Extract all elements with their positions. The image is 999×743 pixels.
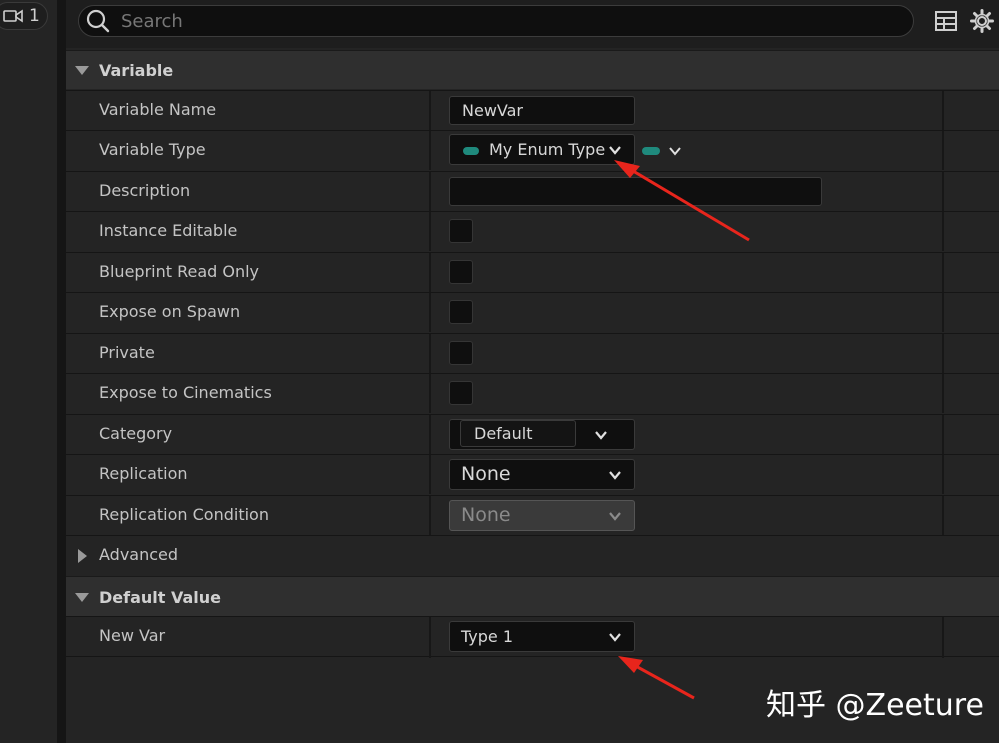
- type-pill-icon: [463, 146, 479, 155]
- replication-value: None: [461, 463, 511, 485]
- row-variable-type: Variable Type My Enum Type: [66, 130, 999, 170]
- category-input[interactable]: Default: [460, 420, 576, 447]
- section-title: Variable: [99, 60, 174, 80]
- category-combo[interactable]: Default: [449, 419, 635, 450]
- container-pill-icon: [642, 147, 660, 155]
- section-title: Advanced: [99, 545, 179, 564]
- new-var-dropdown[interactable]: Type 1: [449, 621, 635, 652]
- private-checkbox[interactable]: [449, 341, 473, 365]
- search-icon: [86, 9, 110, 33]
- chevron-down-icon: [609, 146, 621, 155]
- field-label: Replication: [99, 464, 188, 483]
- variable-type-value: My Enum Type: [489, 140, 606, 159]
- variable-type-dropdown[interactable]: My Enum Type: [449, 134, 635, 165]
- replication-dropdown[interactable]: None: [449, 459, 635, 490]
- chevron-down-icon: [609, 471, 621, 480]
- expose-to-cinematics-checkbox[interactable]: [449, 381, 473, 405]
- details-panel: Variable Variable Name NewVar Variable T…: [66, 0, 999, 743]
- section-title: Default Value: [99, 587, 222, 607]
- search-input[interactable]: [119, 9, 823, 33]
- collapse-triangle-icon: [75, 592, 89, 602]
- container-type-dropdown[interactable]: [642, 141, 688, 161]
- chevron-down-icon: [669, 147, 681, 156]
- section-header-variable[interactable]: Variable: [66, 50, 999, 89]
- row-private: Private: [66, 333, 999, 373]
- description-input[interactable]: [449, 177, 822, 206]
- section-advanced[interactable]: Advanced: [66, 535, 999, 576]
- field-label: Replication Condition: [99, 505, 269, 524]
- expand-triangle-icon: [78, 549, 87, 563]
- collapse-triangle-icon: [75, 65, 89, 75]
- row-replication: Replication None: [66, 454, 999, 494]
- field-label: Private: [99, 343, 155, 362]
- replication-condition-dropdown: None: [449, 500, 635, 531]
- field-label: New Var: [99, 626, 166, 645]
- chevron-down-icon: [595, 431, 607, 440]
- row-expose-on-spawn: Expose on Spawn: [66, 292, 999, 332]
- row-new-var: New Var Type 1: [66, 616, 999, 658]
- field-label: Description: [99, 181, 191, 200]
- row-blueprint-read-only: Blueprint Read Only: [66, 252, 999, 292]
- row-variable-name: Variable Name NewVar: [66, 90, 999, 130]
- field-label: Variable Type: [99, 140, 206, 159]
- row-expose-to-cinematics: Expose to Cinematics: [66, 373, 999, 413]
- row-instance-editable: Instance Editable: [66, 211, 999, 251]
- variable-name-input[interactable]: NewVar: [449, 96, 635, 125]
- instance-editable-checkbox[interactable]: [449, 219, 473, 243]
- left-panel-strip: 1: [0, 0, 58, 743]
- row-replication-condition: Replication Condition None: [66, 495, 999, 535]
- field-label: Category: [99, 424, 173, 443]
- watermark: 知乎 @Zeeture: [766, 688, 984, 723]
- row-category: Category Default: [66, 414, 999, 454]
- panel-splitter[interactable]: [57, 0, 66, 743]
- video-camera-icon: [3, 9, 23, 23]
- replication-condition-value: None: [461, 504, 511, 526]
- chevron-down-icon: [609, 633, 621, 642]
- field-label: Instance Editable: [99, 221, 238, 240]
- details-toolbar: [66, 0, 999, 48]
- field-label: Expose on Spawn: [99, 302, 241, 321]
- camera-count-chip[interactable]: 1: [0, 2, 48, 30]
- section-header-default-value[interactable]: Default Value: [66, 576, 999, 617]
- field-label: Expose to Cinematics: [99, 383, 272, 402]
- expose-on-spawn-checkbox[interactable]: [449, 300, 473, 324]
- table-icon[interactable]: [934, 9, 958, 33]
- row-description: Description: [66, 171, 999, 211]
- search-box[interactable]: [78, 5, 914, 37]
- new-var-value: Type 1: [461, 627, 514, 646]
- field-label: Variable Name: [99, 100, 217, 119]
- gear-icon[interactable]: [970, 9, 994, 33]
- blueprint-read-only-checkbox[interactable]: [449, 260, 473, 284]
- camera-count: 1: [29, 6, 40, 26]
- chevron-down-icon: [609, 512, 621, 521]
- field-label: Blueprint Read Only: [99, 262, 260, 281]
